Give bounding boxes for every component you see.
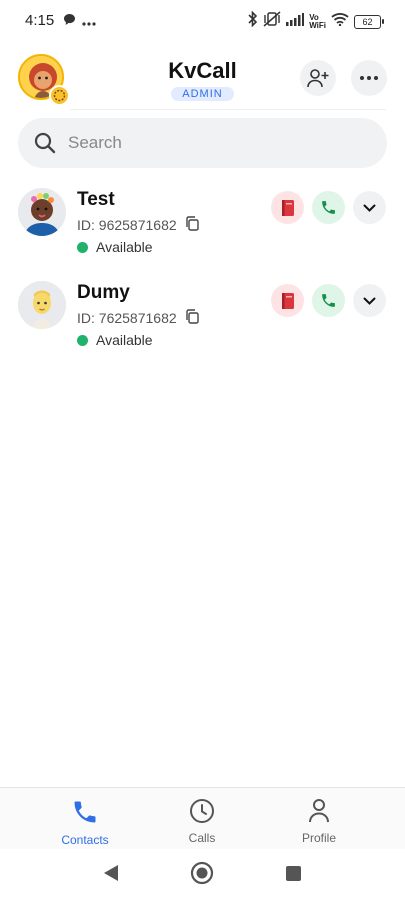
tab-calls[interactable]: Calls (157, 798, 247, 845)
tab-calls-label: Calls (188, 831, 216, 845)
app-title: KvCall (168, 58, 237, 83)
tab-profile-label: Profile (301, 831, 336, 845)
tab-contacts[interactable]: Contacts (40, 798, 130, 847)
phone-icon (322, 294, 335, 307)
clock-icon (190, 799, 214, 823)
tab-profile[interactable]: Profile (274, 798, 364, 845)
more-notifications-icon (82, 13, 96, 31)
role-badge: ADMIN (171, 87, 234, 101)
contact-avatar (18, 188, 66, 236)
app-header: KvCall ADMIN (0, 50, 405, 108)
person-icon (309, 799, 329, 823)
phone-icon (322, 201, 335, 214)
contact-item[interactable]: Test ID: 9625871682 Available (0, 188, 405, 274)
search-icon (34, 132, 56, 154)
phone-icon (74, 801, 96, 823)
contact-details-button[interactable] (271, 191, 304, 224)
status-time: 4:15 (25, 12, 55, 29)
vibrate-off-icon (263, 11, 281, 32)
call-button[interactable] (312, 284, 345, 317)
copy-icon[interactable] (185, 216, 200, 234)
search-input[interactable] (68, 133, 348, 153)
add-user-icon (307, 69, 329, 88)
chevron-down-icon (363, 297, 376, 305)
title-block: KvCall ADMIN (0, 58, 405, 102)
contact-id: ID: 9625871682 (77, 217, 177, 233)
contact-details-button[interactable] (271, 284, 304, 317)
vowifi-indicator: Vo WiFi (309, 12, 326, 30)
copy-icon[interactable] (185, 309, 200, 327)
header-divider (70, 109, 386, 110)
book-icon (281, 199, 294, 216)
more-options-button[interactable] (351, 60, 387, 96)
signal-icon (286, 12, 305, 31)
contact-item[interactable]: Dumy ID: 7625871682 Available (0, 281, 405, 367)
bottom-navigation: Contacts Calls Profile (0, 787, 405, 849)
tab-contacts-label: Contacts (61, 833, 109, 847)
recents-icon[interactable] (285, 865, 302, 887)
back-icon[interactable] (102, 863, 120, 888)
bluetooth-icon (247, 10, 258, 32)
contact-name: Test (77, 189, 115, 210)
add-contact-button[interactable] (300, 60, 336, 96)
status-dot (77, 334, 88, 346)
contact-status: Available (96, 239, 153, 255)
search-bar[interactable] (18, 118, 387, 168)
contact-id: ID: 7625871682 (77, 310, 177, 326)
book-icon (281, 292, 294, 309)
wifi-icon (331, 12, 349, 31)
battery-indicator: 62 (354, 14, 384, 29)
call-button[interactable] (312, 191, 345, 224)
contact-avatar (18, 281, 66, 329)
contact-status: Available (96, 332, 153, 348)
chevron-down-icon (363, 204, 376, 212)
home-icon[interactable] (190, 861, 214, 890)
system-navigation-bar (0, 849, 405, 900)
more-horizontal-icon (360, 76, 378, 80)
chat-notification-icon (63, 13, 76, 31)
status-bar: 4:15 Vo WiFi 62 (0, 0, 405, 42)
expand-contact-button[interactable] (353, 191, 386, 224)
status-dot (77, 241, 88, 253)
contact-name: Dumy (77, 282, 130, 303)
expand-contact-button[interactable] (353, 284, 386, 317)
